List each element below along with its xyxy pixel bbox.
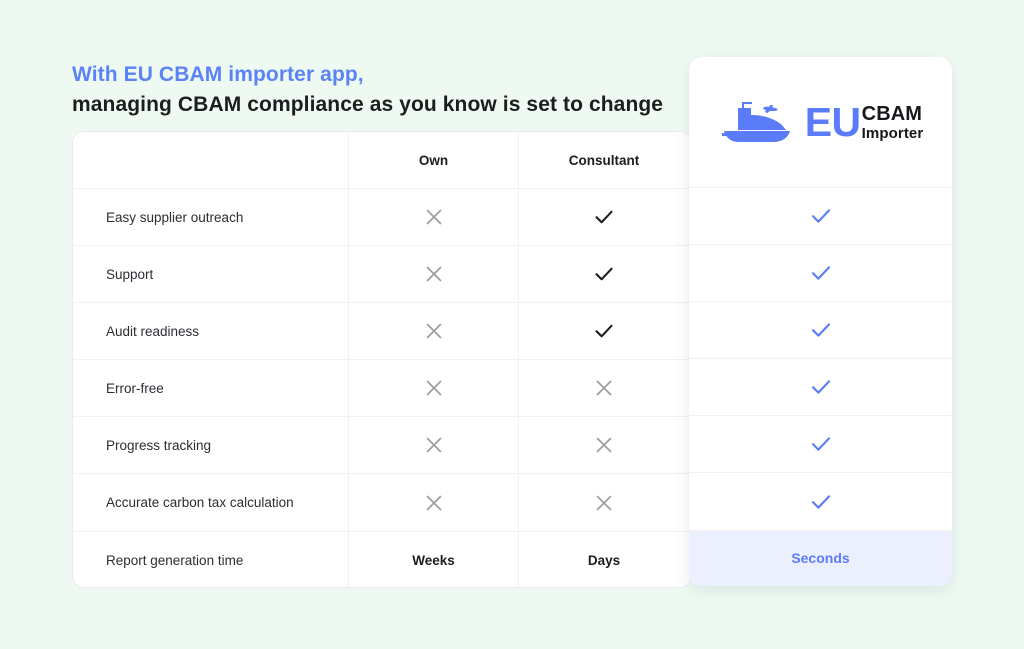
product-cell-report-time: Seconds	[689, 530, 952, 586]
cell-own	[349, 360, 519, 417]
cell-consultant	[519, 189, 689, 245]
cell-own	[349, 303, 519, 360]
cell-consultant: Days	[519, 532, 689, 587]
check-icon	[809, 318, 833, 342]
cell-own: Weeks	[349, 531, 519, 587]
table-header-consultant: Consultant	[519, 132, 689, 188]
product-cell	[689, 302, 952, 360]
feature-label: Progress tracking	[73, 417, 349, 474]
cross-icon	[423, 492, 445, 514]
comparison-page: With EU CBAM importer app, managing CBAM…	[0, 0, 1024, 649]
feature-label: Easy supplier outreach	[73, 189, 349, 246]
own-value: Weeks	[412, 552, 455, 568]
cargo-ship-icon	[718, 98, 796, 146]
table-row: Easy supplier outreach	[73, 189, 691, 247]
cross-icon	[593, 492, 615, 514]
product-cell	[689, 473, 952, 531]
cell-consultant	[519, 360, 689, 416]
cell-consultant	[519, 246, 689, 302]
table-row: Audit readiness	[73, 303, 691, 361]
logo-cbam-text: CBAM	[861, 102, 923, 125]
cross-icon	[593, 377, 615, 399]
table-row: Error-free	[73, 360, 691, 418]
cross-icon	[423, 377, 445, 399]
check-icon	[809, 375, 833, 399]
feature-label: Accurate carbon tax calculation	[73, 474, 349, 531]
product-cell	[689, 188, 952, 246]
consultant-value: Days	[587, 552, 621, 568]
cross-icon	[593, 434, 615, 456]
logo-eu-text: EU	[804, 98, 861, 145]
check-icon	[809, 432, 833, 456]
cell-own	[349, 189, 519, 246]
cell-own	[349, 474, 519, 531]
page-title-line-2: managing CBAM compliance as you know is …	[72, 93, 664, 116]
feature-label: Error-free	[73, 360, 349, 417]
table-row: Accurate carbon tax calculation	[73, 474, 691, 532]
table-header-feature	[73, 132, 349, 188]
check-icon	[593, 263, 615, 285]
page-title: With EU CBAM importer app, managing CBAM…	[72, 60, 712, 120]
logo-importer-text: Importer	[861, 124, 924, 142]
table-row: Progress tracking	[73, 417, 691, 475]
product-value: Seconds	[791, 550, 850, 567]
check-icon	[809, 261, 833, 285]
table-header-consultant-label: Consultant	[568, 152, 640, 168]
cross-icon	[423, 320, 445, 342]
feature-label: Support	[73, 246, 349, 303]
table-row: Report generation time Weeks Days	[73, 531, 691, 587]
table-row: Support	[73, 246, 691, 304]
comparison-table: Own Consultant Easy supplier outreach Su…	[72, 131, 692, 588]
feature-label: Report generation time	[73, 531, 349, 587]
cell-consultant	[519, 303, 689, 359]
cross-icon	[423, 434, 445, 456]
cell-own	[349, 246, 519, 303]
cross-icon	[423, 263, 445, 285]
cross-icon	[423, 206, 445, 228]
feature-label: Audit readiness	[73, 303, 349, 360]
table-header-row: Own Consultant	[73, 132, 691, 189]
table-header-own: Own	[349, 132, 519, 188]
product-column-card: EU CBAM Importer Seconds	[689, 57, 952, 586]
check-icon	[593, 206, 615, 228]
cell-consultant	[519, 417, 689, 473]
product-cell	[689, 245, 952, 303]
product-logo: EU CBAM Importer	[689, 57, 952, 188]
check-icon	[593, 320, 615, 342]
check-icon	[809, 490, 833, 514]
product-cell	[689, 359, 952, 417]
check-icon	[809, 204, 833, 228]
table-header-own-label: Own	[418, 152, 449, 168]
product-cell	[689, 416, 952, 474]
cell-consultant	[519, 474, 689, 530]
page-title-line-1: With EU CBAM importer app,	[72, 63, 364, 86]
cell-own	[349, 417, 519, 474]
